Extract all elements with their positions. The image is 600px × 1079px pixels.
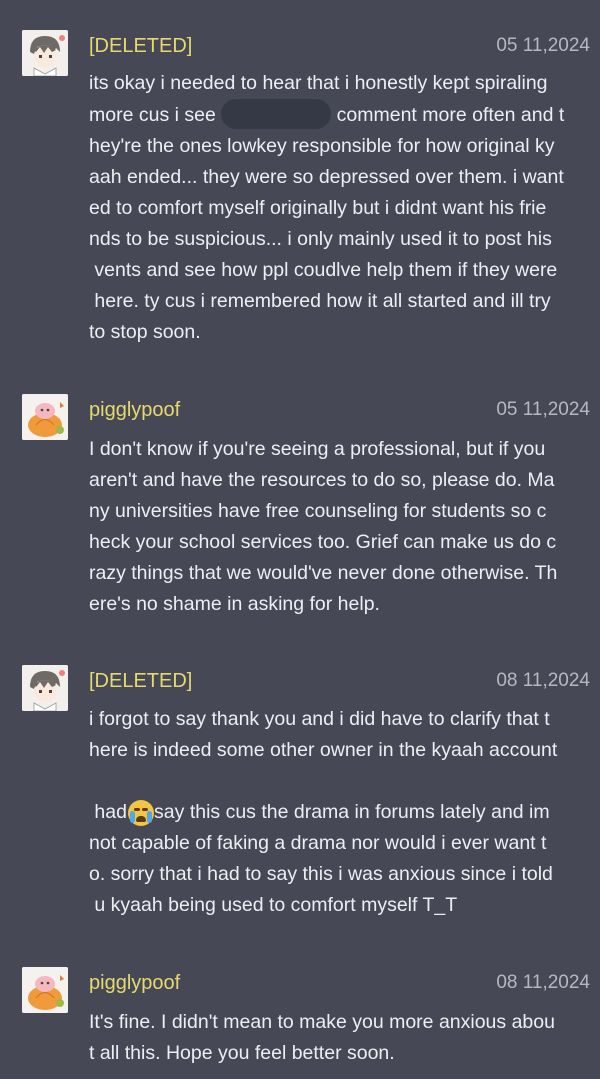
comment-line: its okay i needed to hear that i honestl… (89, 72, 548, 94)
comment-line: here. ty cus i remembered how it all sta… (89, 290, 551, 312)
comment-line: here is indeed some other owner in the k… (89, 739, 558, 761)
comment-line: aren't and have the resources to do so, … (89, 469, 555, 491)
comment-line: aah ended... they were so depressed over… (89, 166, 564, 188)
comment-line: more cus i see comment more often and t (89, 99, 591, 131)
comment-date: 05 11,2024 (496, 35, 590, 56)
comment-line: i forgot to say thank you and i did have… (89, 708, 550, 730)
comment-line: ere's no shame in asking for help. (89, 593, 380, 615)
comment-date: 05 11,2024 (496, 399, 590, 420)
comment-line: I don't know if you're seeing a professi… (89, 438, 546, 460)
pumpkin-avatar-icon (22, 967, 68, 1013)
comment-text: its okay i needed to hear that i honestl… (89, 68, 591, 348)
comment-text: It's fine. I didn't mean to make you mor… (89, 1007, 591, 1069)
username[interactable]: pigglypoof (89, 397, 180, 423)
loudly-crying-face-emoji-icon (127, 799, 154, 826)
comment-line-text: comment more often and t (336, 104, 565, 126)
pumpkin-avatar-icon (22, 394, 68, 440)
comment-line-text: more cus i see (89, 104, 216, 126)
username[interactable]: pigglypoof (89, 970, 180, 996)
avatar[interactable] (22, 394, 68, 440)
redacted-username (221, 99, 332, 129)
avatar[interactable] (22, 967, 68, 1013)
comment-line (89, 766, 591, 826)
comment-line: hey're the ones lowkey responsible for h… (89, 135, 555, 157)
comment-line: razy things that we would've never done … (89, 562, 558, 584)
comment-date: 08 11,2024 (496, 972, 590, 993)
anime-character-avatar-icon (22, 30, 68, 76)
comment-text: I don't know if you're seeing a professi… (89, 434, 591, 620)
avatar[interactable] (22, 30, 68, 76)
comment-line: nds to be suspicious... i only mainly us… (89, 228, 552, 250)
comment-line: heck your school services too. Grief can… (89, 531, 557, 553)
comment-line: had to say this cus the drama in forums … (89, 801, 550, 823)
comment-line: ed to comfort myself originally but i di… (89, 197, 547, 219)
comment-line: vents and see how ppl coudlve help them … (89, 259, 558, 281)
anime-character-avatar-icon (22, 665, 68, 711)
comment-line: t all this. Hope you feel better soon. (89, 1042, 395, 1064)
username[interactable]: [DELETED] (89, 33, 192, 59)
comment-line: to stop soon. (89, 321, 201, 343)
comment-text: i forgot to say thank you and i did have… (89, 704, 591, 921)
comment-date: 08 11,2024 (496, 670, 590, 691)
username[interactable]: [DELETED] (89, 668, 192, 694)
avatar[interactable] (22, 665, 68, 711)
comment-line: It's fine. I didn't mean to make you mor… (89, 1011, 555, 1033)
comment-line: ny universities have free counseling for… (89, 500, 547, 522)
